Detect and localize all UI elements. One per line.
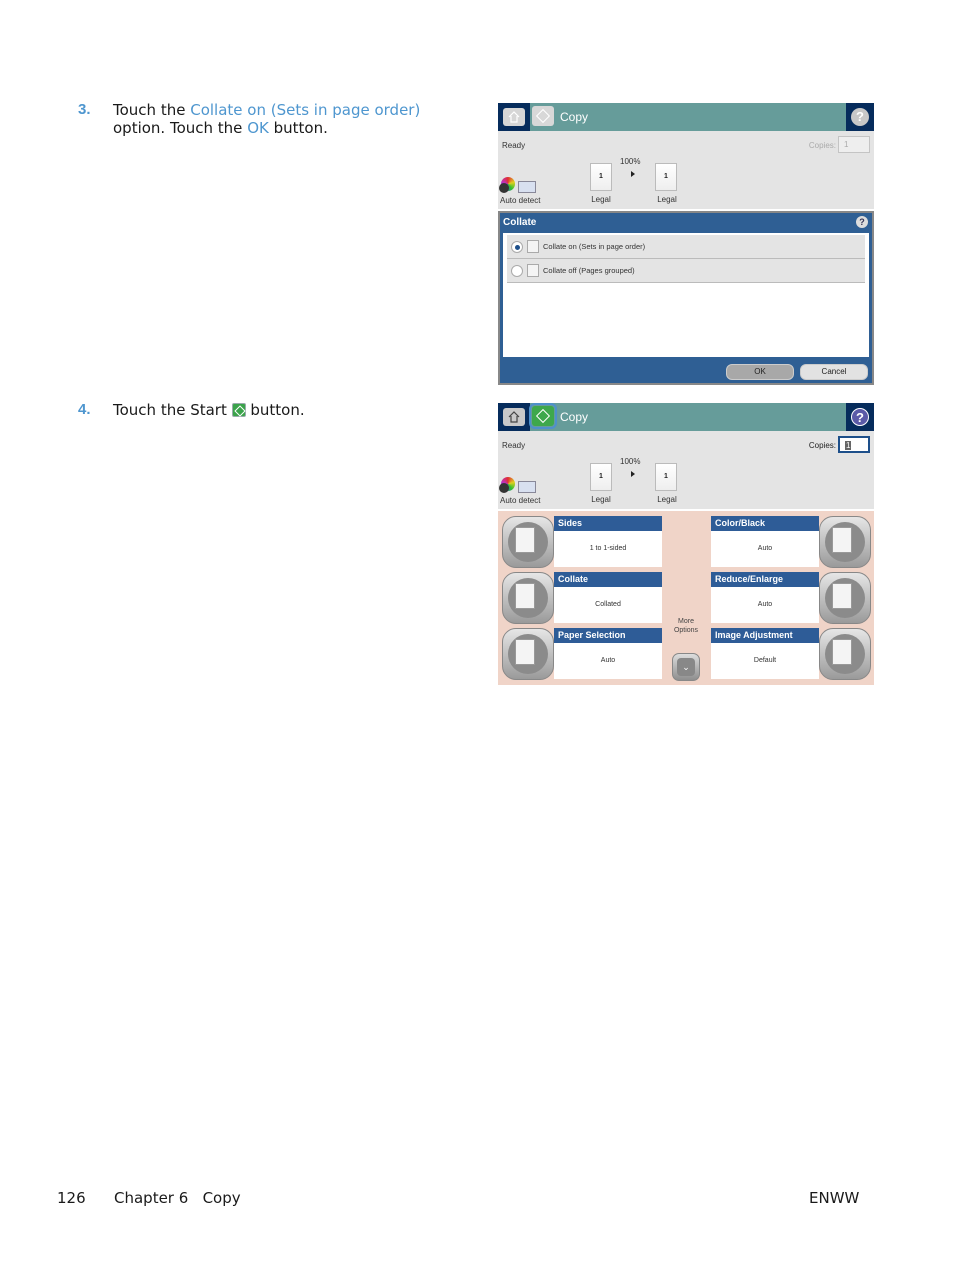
image-adjustment-icon <box>832 639 852 665</box>
reduce-enlarge-tile[interactable]: Reduce/Enlarge Auto <box>711 572 871 624</box>
auto-detect-label: Auto detect <box>500 496 541 505</box>
scale-label: 100% <box>620 157 641 166</box>
step-text: Touch the Collate on (Sets in page order… <box>113 101 421 137</box>
cancel-button[interactable]: Cancel <box>800 364 868 380</box>
auto-detect-label: Auto detect <box>500 196 541 205</box>
black-icon <box>499 183 509 193</box>
paper-selection-icon <box>515 639 535 665</box>
color-black-icon <box>832 527 852 553</box>
step-number: 3. <box>78 101 91 118</box>
home-icon <box>508 111 520 123</box>
copy-screen-collate: Copy ? Ready Copies: 1 Auto detect 1 Leg… <box>498 103 874 385</box>
radio-unselected[interactable] <box>511 265 523 277</box>
copies-input[interactable]: 1 <box>838 136 870 153</box>
help-icon[interactable]: ? <box>851 408 869 426</box>
output-size-label: Legal <box>657 195 677 204</box>
status-bar: Ready Copies: 1 Auto detect 1 Legal 100%… <box>498 131 874 209</box>
original-page-icon: 1 <box>590 163 612 191</box>
ok-button[interactable]: OK <box>726 364 794 380</box>
collate-tile[interactable]: Collate Collated <box>500 572 662 624</box>
collate-off-option[interactable]: Collate off (Pages grouped) <box>507 259 865 283</box>
auto-detect-icon <box>518 181 536 193</box>
screen-title: Copy <box>560 110 589 124</box>
copies-input[interactable]: 1 <box>838 436 870 453</box>
home-button[interactable] <box>503 408 525 426</box>
title-bar: Copy ? <box>498 403 874 431</box>
paper-selection-tile[interactable]: Paper Selection Auto <box>500 628 662 680</box>
collate-off-icon <box>527 264 539 277</box>
chevron-down-icon: ⌄ <box>677 658 695 676</box>
step-4: 4. Touch the Start button. <box>78 401 438 419</box>
image-adjustment-tile[interactable]: Image Adjustment Default <box>711 628 871 680</box>
color-black-tile[interactable]: Color/Black Auto <box>711 516 871 568</box>
home-icon <box>508 411 520 423</box>
collate-icon <box>515 583 535 609</box>
screen-title: Copy <box>560 410 589 424</box>
title-bar: Copy ? <box>498 103 874 131</box>
original-size-label: Legal <box>591 495 611 504</box>
copy-options-grid: Sides 1 to 1-sided Collate Collated Pape… <box>498 511 874 685</box>
radio-selected[interactable] <box>511 241 523 253</box>
help-icon[interactable]: ? <box>851 108 869 126</box>
status-text: Ready <box>502 141 526 150</box>
status-bar: Ready Copies: 1 Auto detect 1 Legal 100%… <box>498 431 874 509</box>
start-icon <box>231 403 246 417</box>
dialog-title: Collate <box>503 217 537 228</box>
reduce-enlarge-icon <box>832 583 852 609</box>
chapter-label: Chapter 6 Copy <box>114 1189 241 1207</box>
start-icon <box>535 108 551 124</box>
start-icon <box>535 408 551 424</box>
status-text: Ready <box>502 441 526 450</box>
more-options-label: More Options <box>673 618 699 634</box>
start-button[interactable] <box>532 106 554 126</box>
home-button[interactable] <box>503 108 525 126</box>
output-size-label: Legal <box>657 495 677 504</box>
locale-code: ENWW <box>809 1189 860 1207</box>
sides-icon <box>515 527 535 553</box>
step-text: Touch the Start button. <box>113 401 305 419</box>
collate-on-link: Collate on (Sets in page order) <box>190 101 421 119</box>
copies-label: Copies: <box>808 141 836 150</box>
black-icon <box>499 483 509 493</box>
output-page-icon: 1 <box>655 463 677 491</box>
collate-on-option[interactable]: Collate on (Sets in page order) <box>507 235 865 259</box>
scale-label: 100% <box>620 457 641 466</box>
help-icon[interactable]: ? <box>856 216 868 228</box>
ok-link: OK <box>247 119 269 137</box>
copies-label: Copies: <box>808 441 836 450</box>
original-page-icon: 1 <box>590 463 612 491</box>
auto-detect-icon <box>518 481 536 493</box>
collate-dialog: Collate ? Collate on (Sets in page order… <box>498 211 874 385</box>
copy-screen-main: Copy ? Ready Copies: 1 Auto detect 1 Leg… <box>498 403 874 685</box>
sides-tile[interactable]: Sides 1 to 1-sided <box>500 516 662 568</box>
arrow-icon <box>631 171 635 177</box>
collate-on-icon <box>527 240 539 253</box>
step-3: 3. Touch the Collate on (Sets in page or… <box>78 101 438 137</box>
page-number: 126 <box>57 1189 86 1207</box>
output-page-icon: 1 <box>655 163 677 191</box>
original-size-label: Legal <box>591 195 611 204</box>
start-button[interactable] <box>529 403 557 429</box>
arrow-icon <box>631 471 635 477</box>
step-number: 4. <box>78 401 91 418</box>
more-options-button[interactable]: ⌄ <box>672 653 700 681</box>
